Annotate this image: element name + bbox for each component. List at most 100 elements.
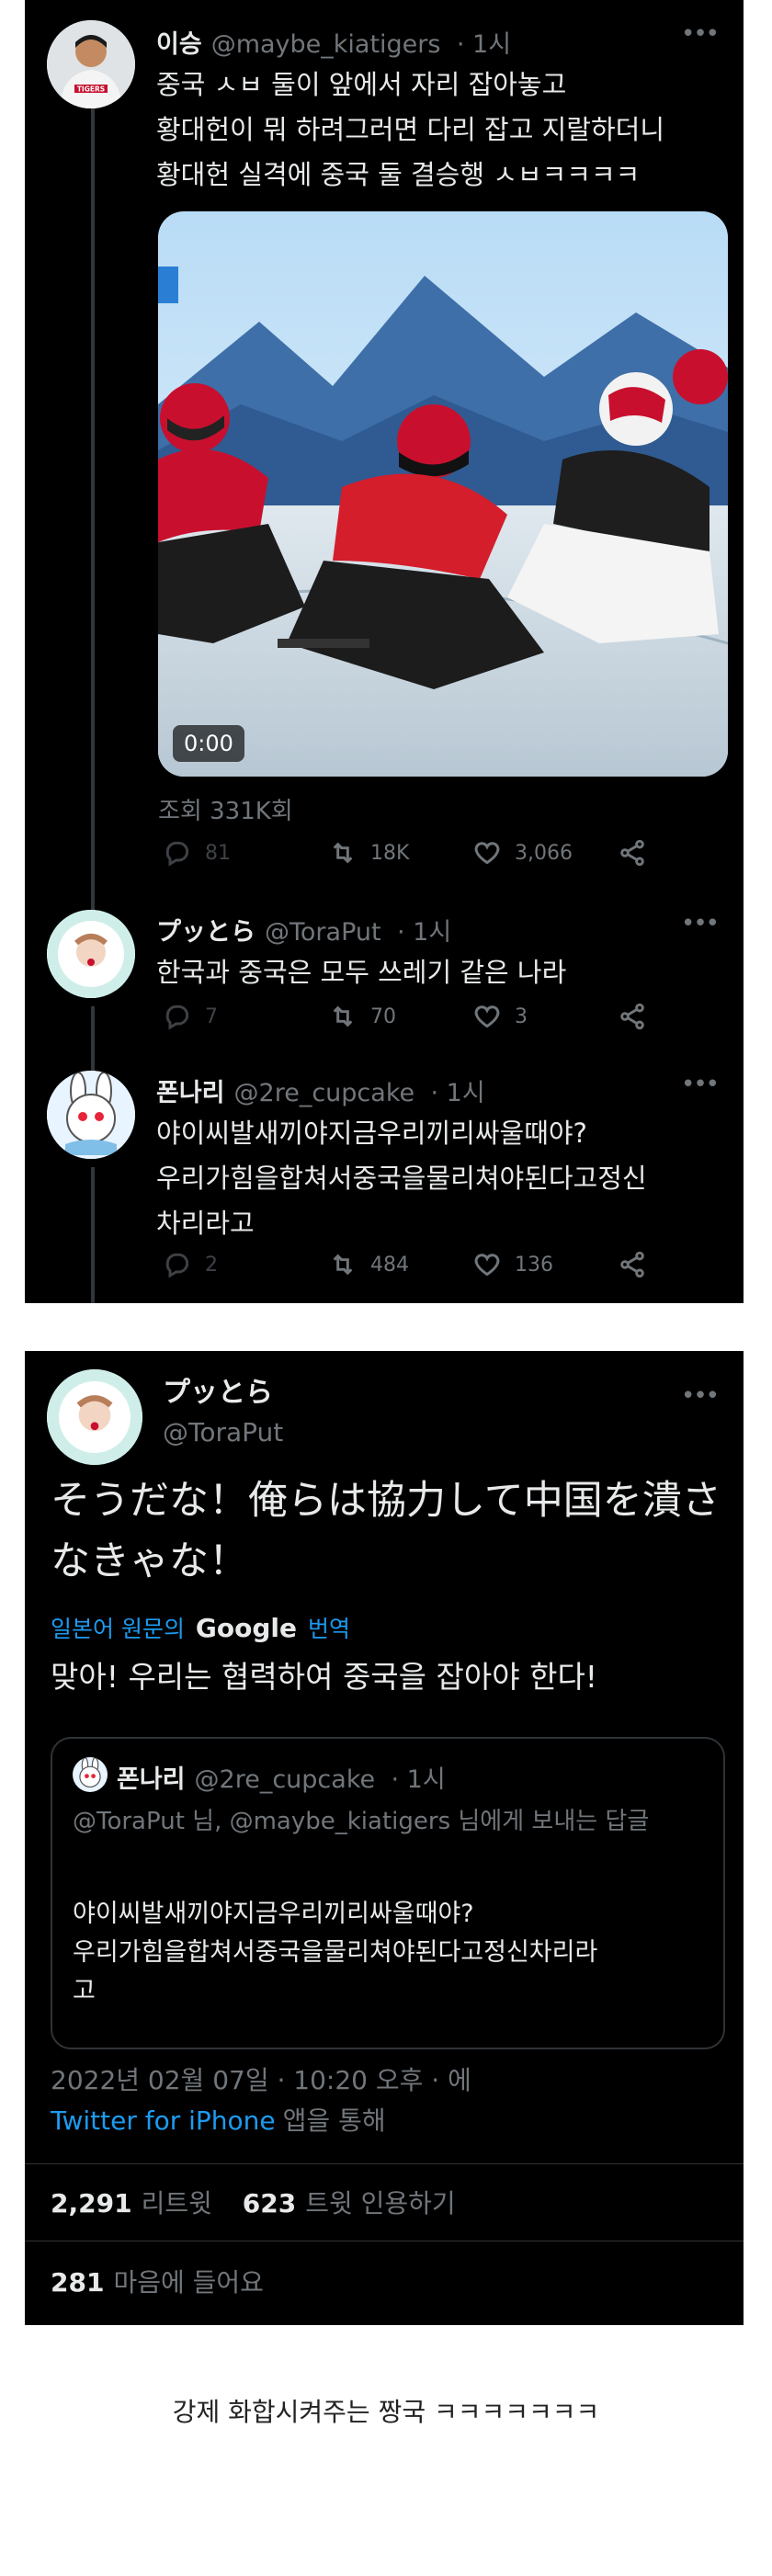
tweet-author[interactable]: 이승 @maybe_kiatigers · 1시 (156, 24, 511, 60)
quote-author-name: 폰나리 (117, 1765, 186, 1794)
video-thumbnail (158, 211, 728, 777)
avatar[interactable] (47, 1071, 135, 1159)
translate-link[interactable]: 일본어 원문의 Google 번역 (51, 1611, 350, 1644)
avatar-image (47, 1071, 135, 1159)
quoted-tweet[interactable]: 폰나리 @2re_cupcake · 1시 @ToraPut 님, @maybe_… (51, 1737, 725, 2049)
avatar-image (47, 910, 135, 998)
reply-count: 7 (205, 1004, 218, 1028)
quote-stat[interactable]: 623 트윗 인용하기 (243, 2188, 456, 2219)
author-handle[interactable]: @maybe_kiatigers (211, 30, 441, 59)
share-icon (620, 1003, 644, 1030)
share-icon (620, 839, 644, 867)
tweet-text: 중국 ㅅㅂ 둘이 앞에서 자리 잡아놓고 황대헌이 뭐 하려그러면 다리 잡고 … (156, 69, 665, 190)
like-count: 136 (515, 1253, 553, 1277)
like-count: 3,066 (515, 841, 573, 865)
like-button[interactable]: 3,066 (472, 838, 573, 868)
author-name[interactable]: プッとら (163, 1369, 273, 1410)
avatar[interactable]: TIGERS (47, 20, 135, 108)
reply-count: 81 (205, 841, 231, 865)
retweet-button[interactable]: 18K (328, 838, 409, 868)
share-button[interactable] (618, 1250, 660, 1279)
avatar-image: TIGERS (47, 20, 135, 108)
author-name[interactable]: 이승 (156, 30, 202, 59)
more-icon[interactable]: ••• (681, 22, 720, 46)
like-button[interactable]: 3 (472, 1002, 528, 1031)
reply-button[interactable]: 2 (163, 1250, 218, 1279)
like-icon (474, 1254, 500, 1277)
like-icon (474, 842, 500, 865)
reply-button[interactable]: 81 (163, 838, 231, 868)
video-player[interactable]: 0:00 (158, 211, 728, 777)
share-button[interactable] (618, 1002, 660, 1031)
retweet-count: 70 (370, 1004, 396, 1028)
source-suffix: 앱을 통해 (282, 2105, 386, 2136)
quote-time: · 1시 (391, 1765, 446, 1794)
avatar-badge-text: TIGERS (77, 85, 105, 94)
more-icon[interactable]: ••• (681, 1384, 720, 1408)
reply-context: @ToraPut 님, @maybe_kiatigers 님에게 보내는 답글 (73, 1808, 650, 1835)
tweet-text: 야이씨발새끼야지금우리끼리싸울때야? 우리가힘을합쳐서중국을물리쳐야된다고정신 … (156, 1118, 647, 1239)
retweet-count: 18K (370, 841, 410, 865)
more-icon[interactable]: ••• (681, 912, 720, 936)
quote-label: 트윗 인용하기 (305, 2188, 456, 2219)
thread-line (91, 1006, 95, 1071)
translate-suffix: 번역 (307, 1616, 350, 1642)
quote-count: 623 (242, 2188, 297, 2219)
tweet-source: Twitter for iPhone 앱을 통해 (51, 2101, 386, 2138)
reply-count: 2 (205, 1253, 218, 1277)
like-count: 3 (515, 1004, 528, 1028)
avatar[interactable] (47, 1369, 142, 1465)
reply-icon (165, 841, 189, 867)
tweet-author[interactable]: 폰나리 @2re_cupcake · 1시 (156, 1072, 485, 1108)
like-button[interactable]: 136 (472, 1250, 553, 1279)
tweet-thread-panel: TIGERS 이승 @maybe_kiatigers · 1시 ••• 중국 ㅅㅂ… (25, 0, 744, 1303)
retweet-button[interactable]: 484 (328, 1250, 409, 1279)
retweet-button[interactable]: 70 (328, 1002, 396, 1031)
like-icon (474, 1005, 500, 1028)
tweet-time[interactable]: · 1시 (457, 30, 511, 59)
like-count: 281 (51, 2267, 105, 2298)
google-logo: Google (195, 1613, 297, 1643)
author-handle[interactable]: @ToraPut (265, 918, 381, 947)
retweet-count: 484 (370, 1253, 409, 1277)
tweet-text: 한국과 중국은 모두 쓰레기 같은 나라 (156, 957, 567, 988)
tweet-time[interactable]: · 1시 (397, 918, 451, 947)
reply-icon (165, 1253, 189, 1278)
thread-line (91, 1167, 95, 1303)
reply-button[interactable]: 7 (163, 1002, 218, 1031)
avatar-image (47, 1369, 142, 1465)
author-name[interactable]: 폰나리 (156, 1079, 225, 1107)
quote-text: 야이씨발새끼야지금우리끼리싸울때야? 우리가힘을합쳐서중국을물리쳐야된다고정신차… (73, 1900, 598, 2005)
quote-author-handle: @2re_cupcake (194, 1765, 376, 1794)
like-label: 마음에 들어요 (113, 2267, 264, 2298)
translate-prefix: 일본어 원문의 (51, 1616, 185, 1642)
retweet-stat[interactable]: 2,291 리트윗 (51, 2188, 212, 2219)
author-handle[interactable]: @2re_cupcake (234, 1079, 415, 1107)
tweet-author[interactable]: プッとら @ToraPut · 1시 (156, 912, 451, 948)
more-icon[interactable]: ••• (681, 1072, 720, 1096)
tweet-detail-panel: プッとら @ToraPut ••• そうだな！俺らは協力して中国を潰さなきゃな！… (25, 1351, 744, 2325)
view-count: 조회 331K회 (158, 798, 293, 825)
share-button[interactable] (618, 838, 660, 868)
divider (25, 2163, 744, 2164)
tweet-time[interactable]: · 1시 (431, 1079, 485, 1107)
post-caption: 강제 화합시켜주는 짱국 ㅋㅋㅋㅋㅋㅋㅋ (172, 2397, 600, 2427)
author-name[interactable]: プッとら (156, 918, 255, 947)
retweet-label: 리트윗 (141, 2188, 212, 2219)
like-stat[interactable]: 281 마음에 들어요 (51, 2263, 264, 2299)
tweet-text: そうだな！俺らは協力して中国を潰さなきゃな！ (51, 1478, 721, 1584)
retweet-icon (333, 1254, 353, 1276)
retweet-count: 2,291 (51, 2188, 132, 2219)
engagement-stats: 2,291 리트윗 623 트윗 인용하기 (51, 2184, 456, 2220)
retweet-icon (333, 1005, 353, 1027)
avatar[interactable] (47, 910, 135, 998)
video-timestamp: 0:00 (173, 725, 244, 762)
avatar-image (73, 1757, 108, 1792)
source-link[interactable]: Twitter for iPhone (51, 2105, 276, 2136)
translated-text: 맞아! 우리는 협력하여 중국을 잡아야 한다! (51, 1659, 598, 1695)
reply-icon (165, 1004, 189, 1030)
tweet-timestamp[interactable]: 2022년 02월 07일 · 10:20 오후 · 에 (51, 2060, 471, 2097)
share-icon (620, 1251, 644, 1278)
retweet-icon (333, 842, 353, 864)
author-handle[interactable]: @ToraPut (163, 1417, 283, 1447)
